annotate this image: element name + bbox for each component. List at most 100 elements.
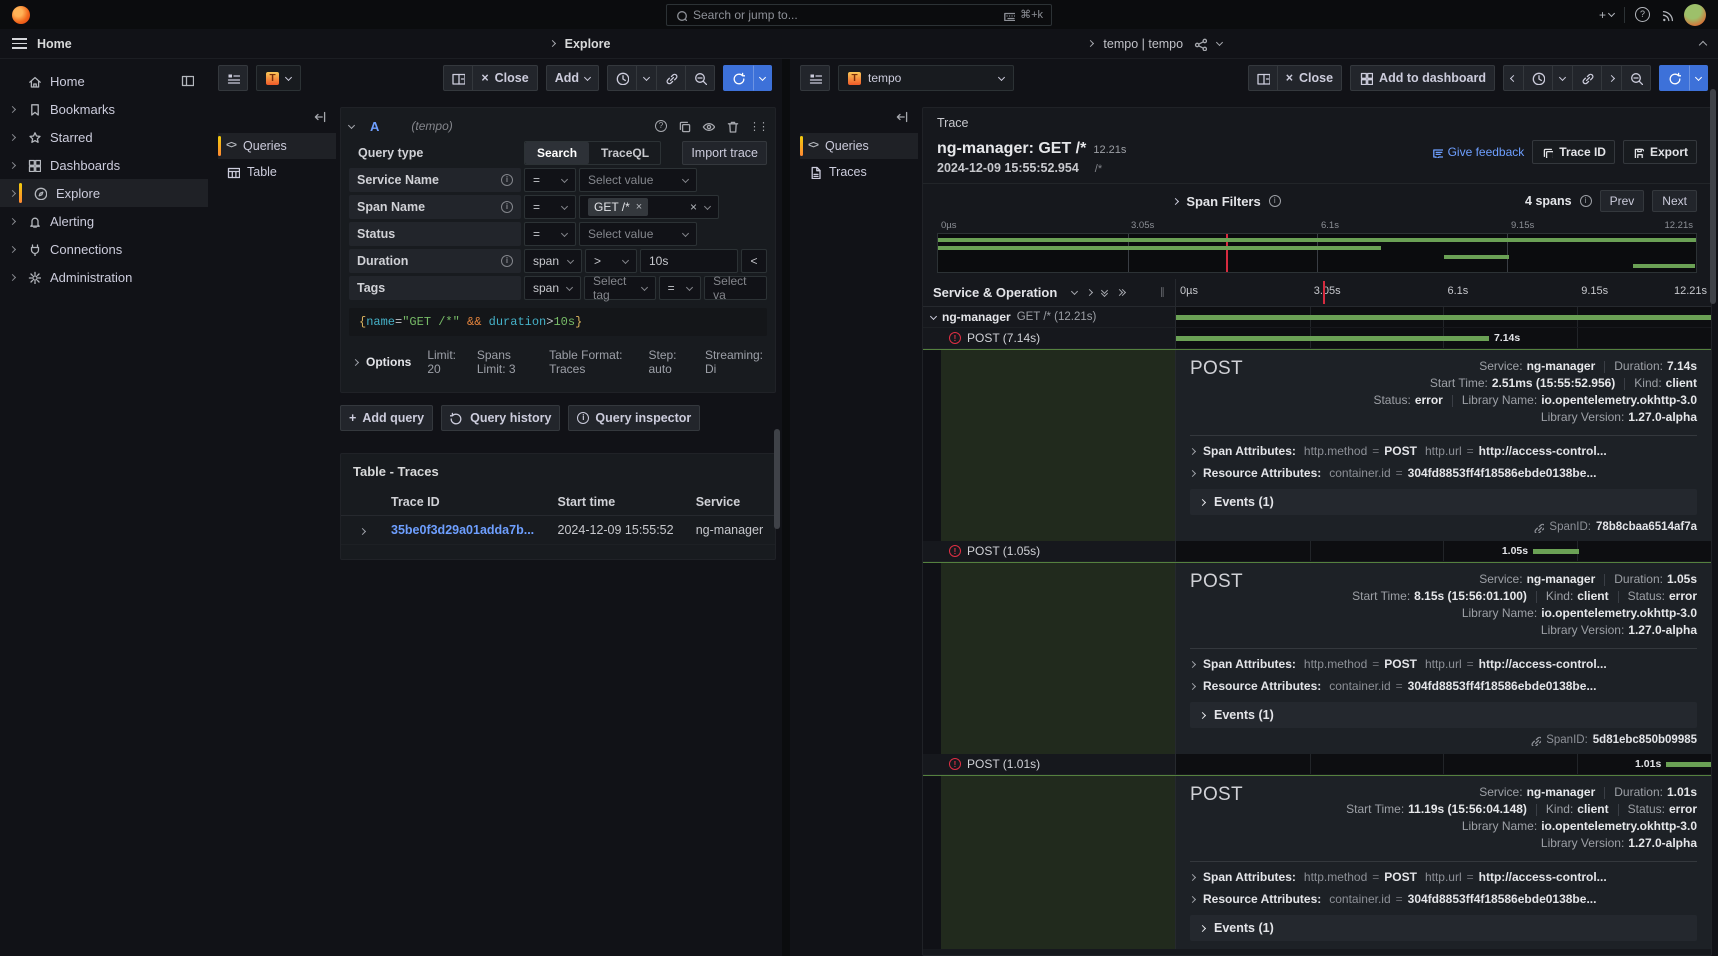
duration-value-input[interactable]: 10s — [640, 249, 738, 273]
expand-filters-icon[interactable] — [1172, 197, 1179, 204]
add-dropdown-button[interactable]: Add — [546, 65, 599, 91]
hide-query-icon[interactable] — [701, 119, 715, 133]
duration-operator[interactable]: > — [585, 249, 637, 273]
delete-query-icon[interactable] — [725, 119, 739, 133]
sidebar-item-alerting[interactable]: Alerting — [0, 207, 208, 235]
add-query-button[interactable]: + Add query — [340, 405, 433, 431]
clear-value-icon[interactable]: × — [690, 200, 697, 214]
remove-chip-icon[interactable]: × — [636, 201, 642, 213]
import-trace-button[interactable]: Import trace — [682, 141, 767, 165]
give-feedback-link[interactable]: Give feedback — [1431, 145, 1525, 159]
breadcrumb-explore[interactable]: Explore — [565, 37, 611, 51]
service-name-operator[interactable]: = — [524, 168, 576, 192]
prev-span-button[interactable]: Prev — [1600, 190, 1645, 212]
grafana-logo-icon[interactable] — [12, 6, 30, 24]
right-pane-scrollbar[interactable] — [1710, 89, 1716, 304]
drag-handle-icon[interactable]: ⋮⋮ — [749, 120, 767, 133]
status-operator[interactable]: = — [524, 222, 576, 246]
span-attributes-row[interactable]: Span Attributes:http.method=POSThttp.url… — [1190, 870, 1697, 884]
span-row[interactable]: !POST (1.01s)1.01s — [923, 754, 1711, 775]
new-menu-button[interactable]: + — [1599, 8, 1614, 22]
nav-item-queries[interactable]: <> Queries — [218, 133, 336, 159]
span-bar-cell[interactable]: 1.05s — [1176, 541, 1711, 562]
span-name-cell[interactable]: ng-managerGET /* (12.21s) — [923, 307, 1176, 328]
export-button[interactable]: Export — [1623, 140, 1697, 164]
span-name-chip[interactable]: GET /*× — [588, 198, 648, 216]
span-row[interactable]: ng-managerGET /* (12.21s) — [923, 307, 1711, 328]
column-resize-handle[interactable]: ∥ — [1160, 287, 1165, 298]
column-trace-id[interactable]: Trace ID — [383, 489, 550, 516]
resource-attributes-row[interactable]: Resource Attributes:container.id=304fd88… — [1190, 892, 1697, 906]
nav-item-traces[interactable]: Traces — [800, 159, 918, 185]
sidebar-item-connections[interactable]: Connections — [0, 235, 208, 263]
nav-item-table[interactable]: Table — [218, 159, 336, 185]
collapse-query-icon[interactable] — [348, 121, 355, 128]
pane-split-divider[interactable] — [782, 59, 790, 956]
table-row[interactable]: 35be0f3d29a01adda7b... 2024-12-09 15:55:… — [341, 516, 775, 545]
query-inspector-button[interactable]: i Query inspector — [568, 405, 700, 431]
time-shift-back-button[interactable] — [1503, 65, 1524, 91]
trace-minimap[interactable]: 0µs3.05s6.1s9.15s12.21s — [923, 218, 1711, 279]
span-name-operator[interactable]: = — [524, 195, 576, 219]
query-options-row[interactable]: Options Limit: 20 Spans Limit: 3 Table F… — [349, 342, 767, 382]
duration-max-operator[interactable]: < — [741, 249, 767, 273]
copy-link-button[interactable] — [657, 65, 686, 91]
sidebar-item-explore[interactable]: Explore — [0, 179, 208, 207]
trace-id-link[interactable]: 35be0f3d29a01adda7b... — [391, 523, 534, 537]
time-picker-caret[interactable] — [1553, 65, 1573, 91]
span-bar-cell[interactable]: 7.14s — [1176, 328, 1711, 349]
chevron-down-icon[interactable] — [1216, 39, 1223, 46]
left-pane-scrollbar[interactable] — [774, 429, 780, 529]
span-filters-label[interactable]: Span Filters — [1186, 194, 1260, 209]
sidebar-item-administration[interactable]: Administration — [0, 263, 208, 291]
tags-scope[interactable]: span — [524, 276, 581, 300]
minimap-canvas[interactable] — [937, 233, 1697, 273]
queue-list-button[interactable] — [800, 65, 830, 91]
events-row[interactable]: Events (1) — [1190, 489, 1697, 515]
tags-key[interactable]: Select tag — [584, 276, 656, 300]
span-name-cell[interactable]: !POST (1.05s) — [923, 541, 1176, 562]
tags-operator[interactable]: = — [659, 276, 702, 300]
sidebar-item-dashboards[interactable]: Dashboards — [0, 151, 208, 179]
run-query-caret[interactable] — [753, 65, 772, 91]
datasource-picker[interactable]: tempo — [838, 65, 1014, 91]
duplicate-query-icon[interactable] — [677, 119, 691, 133]
expand-all-icon[interactable] — [1117, 290, 1125, 295]
sidebar-item-home[interactable]: Home — [0, 67, 208, 95]
span-bar-cell[interactable]: 1.01s — [1176, 754, 1711, 775]
service-operation-header[interactable]: Service & Operation — [933, 285, 1057, 300]
expand-row-icon[interactable] — [358, 528, 365, 535]
collapse-sidebar-icon[interactable] — [894, 109, 908, 123]
run-query-button[interactable] — [1659, 65, 1689, 91]
events-row[interactable]: Events (1) — [1190, 915, 1697, 941]
tab-search[interactable]: Search — [525, 142, 589, 164]
add-to-dashboard-button[interactable]: Add to dashboard — [1350, 65, 1495, 91]
close-pane-button[interactable]: × Close — [1278, 65, 1342, 91]
run-query-caret[interactable] — [1689, 65, 1708, 91]
global-search[interactable]: ⌘+k — [666, 4, 1052, 26]
span-attributes-row[interactable]: Span Attributes:http.method=POSThttp.url… — [1190, 657, 1697, 671]
time-picker-caret[interactable] — [637, 65, 657, 91]
span-name-cell[interactable]: !POST (7.14s) — [923, 328, 1176, 349]
breadcrumb-home[interactable]: Home — [37, 37, 72, 51]
mega-menu-toggle[interactable] — [12, 38, 27, 49]
collapse-toolbar-icon[interactable] — [1699, 40, 1707, 48]
zoom-out-button[interactable] — [686, 65, 715, 91]
datasource-picker[interactable] — [256, 65, 301, 91]
service-name-value[interactable]: Select value — [579, 168, 697, 192]
duration-scope[interactable]: span — [524, 249, 582, 273]
status-value[interactable]: Select value — [579, 222, 697, 246]
nav-item-queries[interactable]: <> Queries — [800, 133, 918, 159]
share-icon[interactable] — [1193, 37, 1207, 51]
collapse-one-icon[interactable] — [1071, 288, 1078, 295]
time-shift-forward-button[interactable] — [1602, 65, 1622, 91]
run-query-button[interactable] — [723, 65, 753, 91]
dock-menu-icon[interactable] — [180, 73, 194, 90]
tags-value[interactable]: Select va — [704, 276, 767, 300]
span-row[interactable]: !POST (7.14s)7.14s — [923, 328, 1711, 349]
column-service[interactable]: Service — [688, 489, 775, 516]
queue-list-button[interactable] — [218, 65, 248, 91]
split-button[interactable] — [1248, 65, 1278, 91]
time-picker-button[interactable] — [607, 65, 637, 91]
span-row[interactable]: !POST (1.05s)1.05s — [923, 541, 1711, 562]
